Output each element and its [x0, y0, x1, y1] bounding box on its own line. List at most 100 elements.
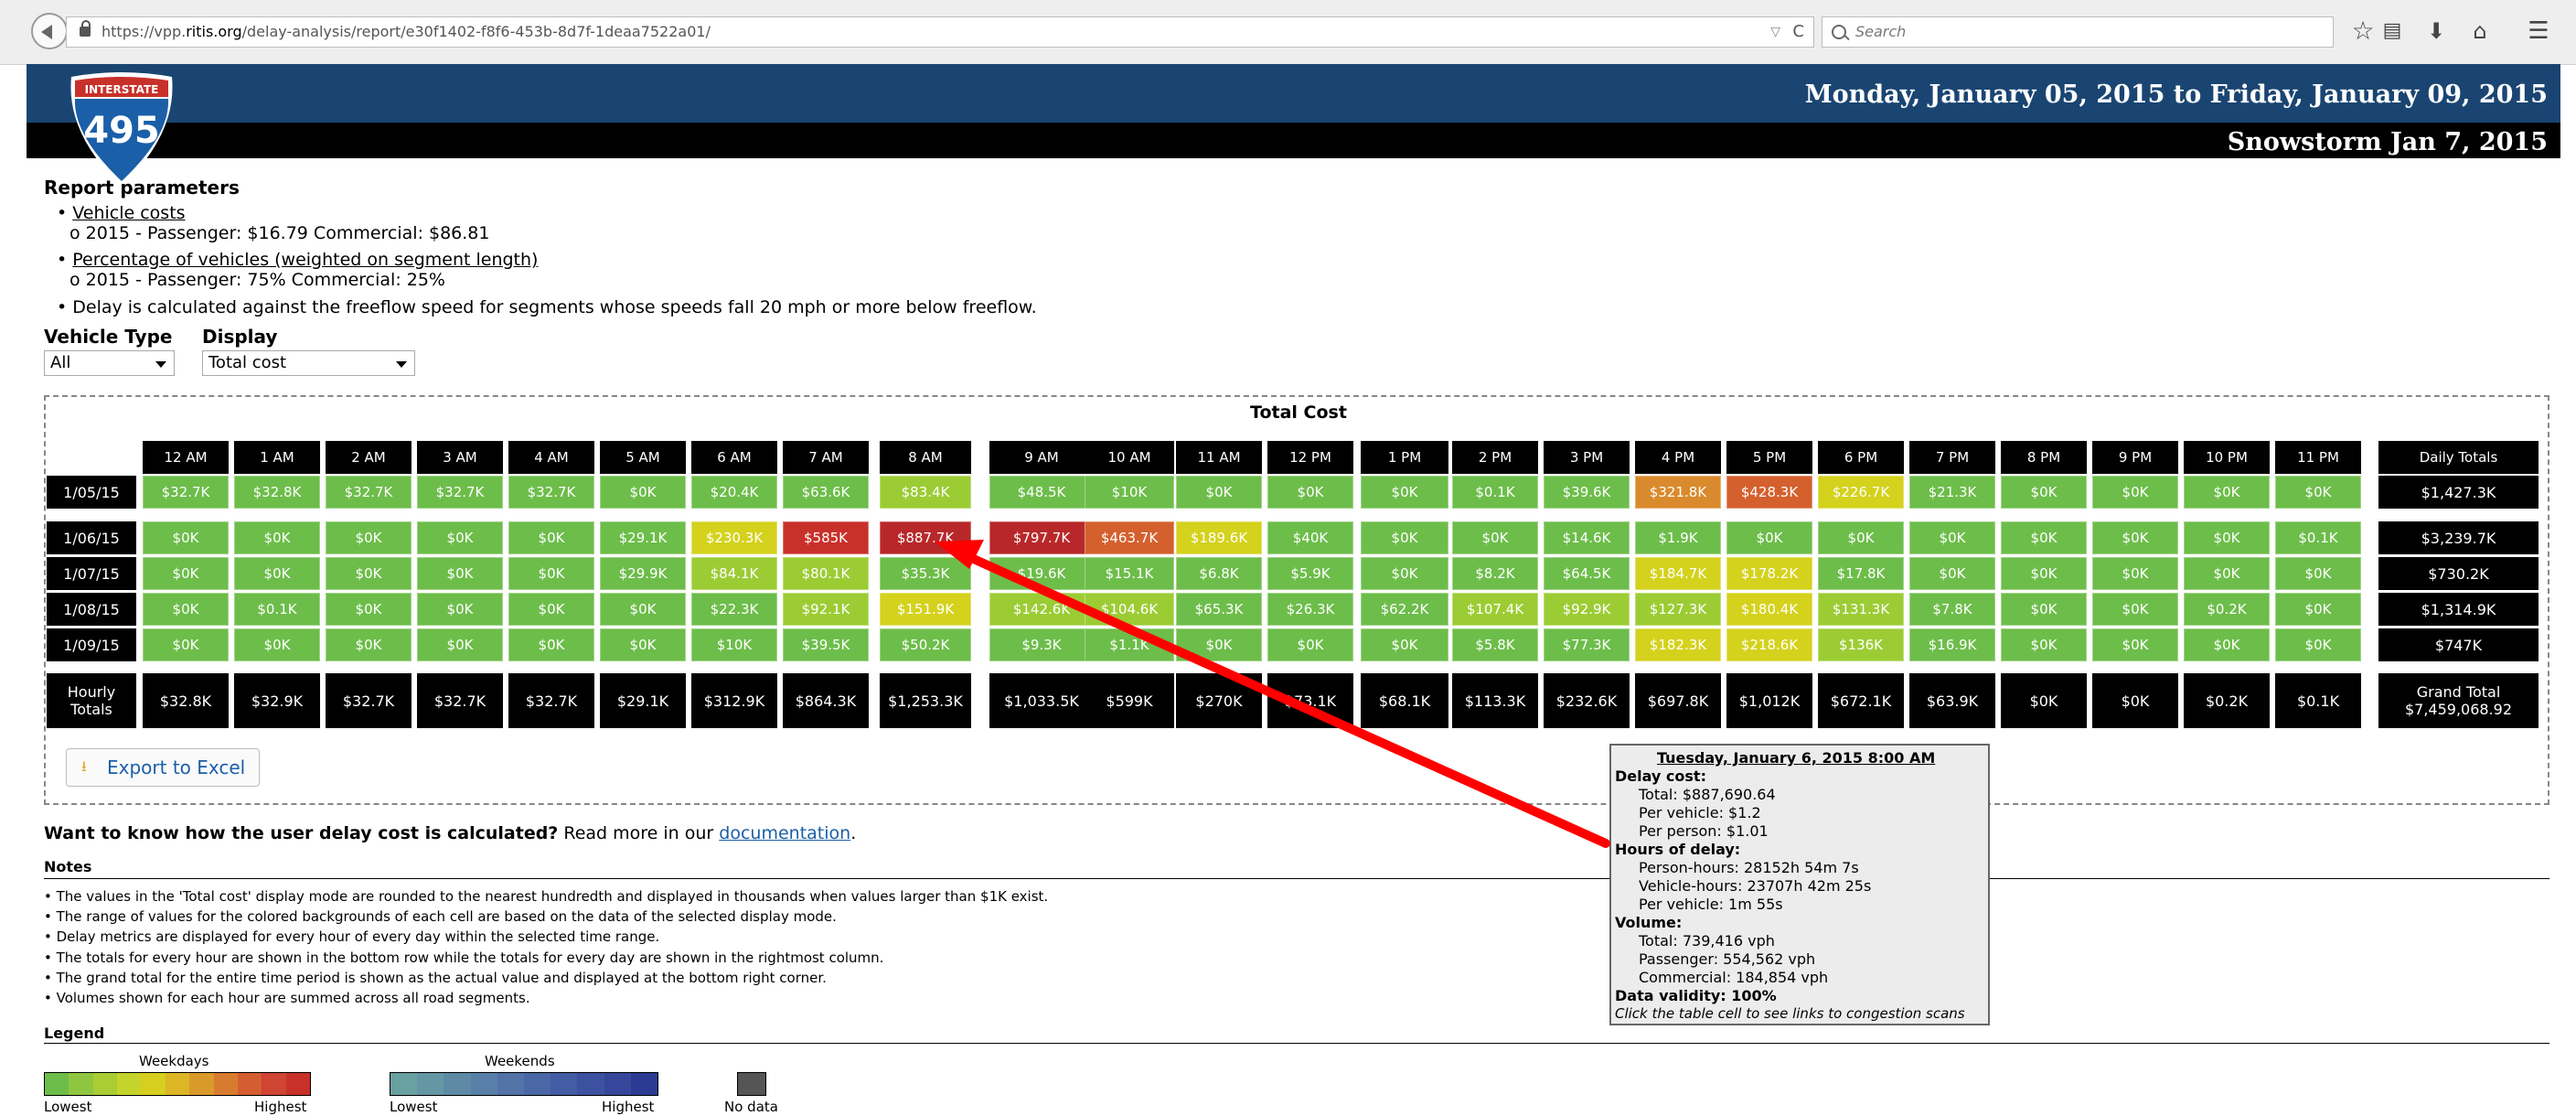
table-cell[interactable]: $0K [326, 628, 412, 661]
table-cell[interactable]: $65.3K [1176, 593, 1262, 626]
table-cell[interactable]: $8.2K [1452, 557, 1538, 590]
table-cell[interactable]: $0K [508, 593, 594, 626]
table-cell[interactable]: $0K [508, 521, 594, 554]
url-dropdown-icon[interactable]: ▽ [1770, 17, 1780, 47]
table-cell[interactable]: $0K [326, 557, 412, 590]
table-cell[interactable]: $0K [1909, 521, 1995, 554]
reading-list-icon[interactable]: ▤ [2376, 15, 2409, 48]
table-cell[interactable]: $218.6K [1726, 628, 1812, 661]
table-cell[interactable]: $0K [417, 557, 503, 590]
table-cell[interactable]: $62.2K [1361, 593, 1448, 626]
table-cell[interactable]: $0K [2184, 557, 2270, 590]
star-icon[interactable]: ☆ [2346, 15, 2379, 48]
table-cell[interactable]: $887.7K [880, 521, 971, 554]
vehicle-costs-link[interactable]: Vehicle costs [72, 203, 185, 223]
table-cell[interactable]: $0.1K [2275, 521, 2361, 554]
table-cell[interactable]: $0K [326, 593, 412, 626]
table-cell[interactable]: $136K [1818, 628, 1904, 661]
table-cell[interactable]: $0.2K [2184, 593, 2270, 626]
table-cell[interactable]: $39.6K [1544, 476, 1630, 509]
table-cell[interactable]: $63.6K [783, 476, 869, 509]
home-icon[interactable]: ⌂ [2464, 15, 2496, 48]
table-cell[interactable]: $32.7K [417, 476, 503, 509]
table-cell[interactable]: $0K [417, 593, 503, 626]
url-bar[interactable]: https://vpp.ritis.org/delay-analysis/rep… [66, 16, 1814, 48]
table-cell[interactable]: $127.3K [1635, 593, 1721, 626]
table-cell[interactable]: $40K [1267, 521, 1353, 554]
table-cell[interactable]: $104.6K [1085, 593, 1174, 626]
menu-icon[interactable]: ☰ [2522, 15, 2555, 48]
table-cell[interactable]: $0K [143, 557, 229, 590]
table-cell[interactable]: $80.1K [783, 557, 869, 590]
table-cell[interactable]: $32.8K [234, 476, 320, 509]
table-cell[interactable]: $0K [234, 557, 320, 590]
table-cell[interactable]: $131.3K [1818, 593, 1904, 626]
table-cell[interactable]: $0K [1452, 521, 1538, 554]
table-cell[interactable]: $10K [1085, 476, 1174, 509]
table-cell[interactable]: $84.1K [691, 557, 777, 590]
table-cell[interactable]: $83.4K [880, 476, 971, 509]
table-cell[interactable]: $22.3K [691, 593, 777, 626]
table-cell[interactable]: $0K [143, 521, 229, 554]
table-cell[interactable]: $182.3K [1635, 628, 1721, 661]
table-cell[interactable]: $92.9K [1544, 593, 1630, 626]
table-cell[interactable]: $10K [691, 628, 777, 661]
table-cell[interactable]: $0K [234, 628, 320, 661]
table-cell[interactable]: $0K [2001, 557, 2087, 590]
table-cell[interactable]: $39.5K [783, 628, 869, 661]
documentation-link[interactable]: documentation [719, 823, 850, 843]
table-cell[interactable]: $17.8K [1818, 557, 1904, 590]
table-cell[interactable]: $48.5K [989, 476, 1094, 509]
table-cell[interactable]: $26.3K [1267, 593, 1353, 626]
table-cell[interactable]: $0K [1176, 628, 1262, 661]
table-cell[interactable]: $1.1K [1085, 628, 1174, 661]
table-cell[interactable]: $0K [2275, 557, 2361, 590]
table-cell[interactable]: $14.6K [1544, 521, 1630, 554]
table-cell[interactable]: $0K [2184, 476, 2270, 509]
table-cell[interactable]: $178.2K [1726, 557, 1812, 590]
table-cell[interactable]: $0K [417, 521, 503, 554]
table-cell[interactable]: $21.3K [1909, 476, 1995, 509]
table-cell[interactable]: $32.7K [508, 476, 594, 509]
table-cell[interactable]: $32.7K [143, 476, 229, 509]
table-cell[interactable]: $0.1K [1452, 476, 1538, 509]
table-cell[interactable]: $20.4K [691, 476, 777, 509]
table-cell[interactable]: $0K [600, 593, 686, 626]
table-cell[interactable]: $0K [2275, 593, 2361, 626]
table-cell[interactable]: $0K [508, 557, 594, 590]
table-cell[interactable]: $0K [1267, 628, 1353, 661]
table-cell[interactable]: $6.8K [1176, 557, 1262, 590]
table-cell[interactable]: $19.6K [989, 557, 1094, 590]
table-cell[interactable]: $0K [326, 521, 412, 554]
table-cell[interactable]: $230.3K [691, 521, 777, 554]
table-cell[interactable]: $0K [600, 476, 686, 509]
table-cell[interactable]: $15.1K [1085, 557, 1174, 590]
table-cell[interactable]: $142.6K [989, 593, 1094, 626]
table-cell[interactable]: $0K [417, 628, 503, 661]
table-cell[interactable]: $0K [234, 521, 320, 554]
table-cell[interactable]: $0K [2001, 593, 2087, 626]
display-select[interactable]: Total cost [202, 350, 415, 376]
table-cell[interactable]: $29.1K [600, 521, 686, 554]
table-cell[interactable]: $0K [1361, 521, 1448, 554]
table-cell[interactable]: $0K [2001, 476, 2087, 509]
table-cell[interactable]: $226.7K [1818, 476, 1904, 509]
table-cell[interactable]: $50.2K [880, 628, 971, 661]
table-cell[interactable]: $151.9K [880, 593, 971, 626]
search-input[interactable]: Search [1822, 16, 2334, 48]
table-cell[interactable]: $5.8K [1452, 628, 1538, 661]
table-cell[interactable]: $0K [2092, 521, 2178, 554]
table-cell[interactable]: $463.7K [1085, 521, 1174, 554]
table-cell[interactable]: $29.9K [600, 557, 686, 590]
table-cell[interactable]: $92.1K [783, 593, 869, 626]
table-cell[interactable]: $0K [2092, 557, 2178, 590]
table-cell[interactable]: $0K [2092, 476, 2178, 509]
table-cell[interactable]: $0K [1267, 476, 1353, 509]
table-cell[interactable]: $64.5K [1544, 557, 1630, 590]
back-icon[interactable] [31, 13, 68, 49]
table-cell[interactable]: $0K [2275, 476, 2361, 509]
table-cell[interactable]: $0K [2001, 628, 2087, 661]
table-cell[interactable]: $0K [508, 628, 594, 661]
pct-vehicles-link[interactable]: Percentage of vehicles (weighted on segm… [72, 250, 538, 270]
table-cell[interactable]: $0K [1361, 628, 1448, 661]
